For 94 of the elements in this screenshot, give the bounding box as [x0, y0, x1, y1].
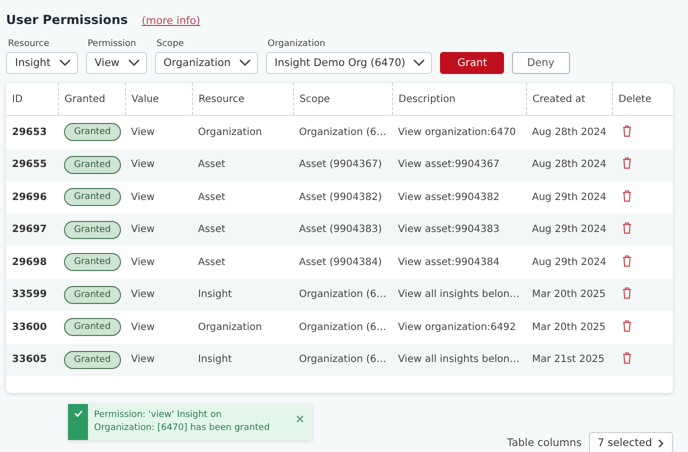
table-cell: View — [125, 344, 192, 376]
table-cell: View asset:9904382 — [392, 181, 526, 214]
table-cell: Organization — [192, 116, 293, 148]
table-cell: 29697 — [6, 214, 58, 246]
filter-label: Scope — [156, 39, 185, 49]
table-cell: Organization (6… — [293, 311, 392, 344]
table-cell: Organization (6… — [293, 116, 392, 148]
column-header[interactable]: ID — [6, 83, 58, 116]
trash-icon[interactable] — [622, 287, 632, 300]
filter-dropdown[interactable]: Insight Demo Org (6470) — [266, 52, 432, 74]
table-cell: Organization — [192, 311, 293, 344]
column-header[interactable]: Delete — [612, 83, 673, 116]
table-cell: View — [125, 116, 192, 148]
deny-button[interactable]: Deny — [512, 52, 570, 74]
table-cell: Mar 20th 2025 — [526, 278, 612, 311]
column-header[interactable]: Granted — [58, 83, 125, 116]
table-cell: View — [125, 246, 192, 278]
table-cell: Asset (9904384) — [293, 246, 392, 278]
table-cell: 29655 — [6, 148, 58, 181]
trash-icon[interactable] — [622, 157, 632, 170]
table-cell: View — [125, 148, 192, 181]
table-cell: Insight — [192, 344, 293, 376]
table-cell: Aug 28th 2024 — [526, 116, 612, 148]
table-cell: Aug 29th 2024 — [526, 214, 612, 246]
trash-icon[interactable] — [622, 124, 632, 137]
trash-icon[interactable] — [622, 352, 632, 364]
table-cell: 33600 — [6, 311, 58, 344]
chevron-down-icon — [413, 59, 426, 67]
table-cell: Asset (9904382) — [293, 181, 392, 214]
table-cell: 29698 — [6, 246, 58, 278]
table-cell: Asset — [192, 148, 293, 181]
filter-label: Organization — [266, 39, 326, 49]
table-cell: Asset — [192, 246, 293, 278]
filter-label: Resource — [7, 39, 50, 49]
table-cell: 33605 — [6, 344, 58, 376]
table-cell: 29653 — [6, 116, 58, 148]
granted-badge: Granted — [64, 188, 121, 206]
table-cell: Insight — [192, 278, 293, 311]
trash-icon[interactable] — [622, 222, 632, 234]
table-cell: Asset — [192, 181, 293, 214]
table-cell: View asset:9904384 — [392, 246, 526, 278]
granted-badge: Granted — [64, 318, 121, 336]
chevron-down-icon — [58, 59, 71, 67]
granted-badge: Granted — [64, 286, 121, 304]
filter-dropdown[interactable]: Organization — [154, 52, 258, 74]
table-cell: View all insights belon… — [392, 344, 526, 376]
chevron-down-icon — [238, 59, 251, 67]
granted-badge: Granted — [64, 156, 121, 174]
table-cell: Aug 29th 2024 — [526, 181, 612, 214]
column-header[interactable]: Created at — [526, 83, 612, 116]
filter-dropdown[interactable]: View — [86, 52, 146, 74]
table-cell: View asset:9904367 — [392, 148, 526, 181]
column-header[interactable]: Scope — [293, 83, 392, 116]
table-cell: 29696 — [6, 181, 58, 214]
column-header[interactable]: Description — [392, 83, 526, 116]
filter-label: Permission — [86, 39, 138, 49]
table-cell: View — [125, 278, 192, 311]
table-cell: Aug 29th 2024 — [526, 246, 612, 278]
toast-message: Permission: 'view' Insight on Organization: [6470] has been granted — [93, 409, 271, 436]
grant-button[interactable]: Grant — [440, 52, 504, 74]
table-cell: View — [125, 181, 192, 214]
checkmark-icon — [74, 410, 82, 417]
table-cell: View — [125, 214, 192, 246]
table-cell: Organization (6… — [293, 278, 392, 311]
table-cell: View organization:6470 — [392, 116, 526, 148]
more-info-link[interactable]: (more info) — [142, 15, 200, 27]
chevron-right-icon — [658, 438, 664, 448]
column-header[interactable]: Resource — [192, 83, 293, 116]
table-cell: View asset:9904383 — [392, 214, 526, 246]
table-cell: Mar 21st 2025 — [526, 344, 612, 376]
close-icon[interactable] — [296, 415, 304, 423]
table-cell: Asset (9904367) — [293, 148, 392, 181]
columns-dropdown[interactable]: 7 selected — [588, 432, 673, 452]
table-cell: 33599 — [6, 278, 58, 311]
table-cell: View organization:6492 — [392, 311, 526, 344]
table-cell: Asset — [192, 214, 293, 246]
trash-icon[interactable] — [622, 190, 632, 202]
table-cell: Asset (9904383) — [293, 214, 392, 246]
filter-dropdown[interactable]: Insight — [6, 52, 78, 74]
granted-badge: Granted — [64, 350, 121, 369]
trash-icon[interactable] — [622, 254, 632, 267]
granted-badge: Granted — [64, 253, 121, 272]
table-cell: Organization (6… — [293, 344, 392, 376]
table-cell: View — [125, 311, 192, 344]
table-cell: Aug 28th 2024 — [526, 148, 612, 181]
chevron-down-icon — [128, 59, 140, 67]
page-title: User Permissions — [6, 12, 128, 27]
column-header[interactable]: Value — [125, 83, 192, 116]
granted-badge: Granted — [64, 220, 121, 239]
granted-badge: Granted — [64, 123, 121, 142]
table-cell: View all insights belon… — [392, 278, 526, 311]
table-cell: Mar 20th 2025 — [526, 311, 612, 344]
table-columns-label: Table columns — [507, 437, 582, 449]
trash-icon[interactable] — [622, 320, 632, 332]
